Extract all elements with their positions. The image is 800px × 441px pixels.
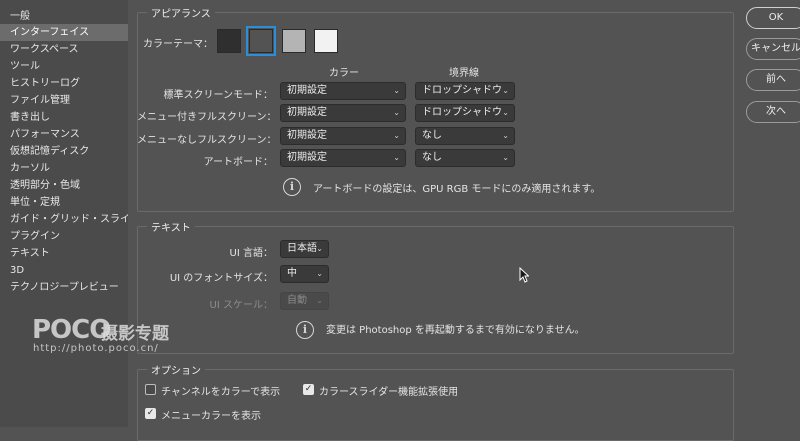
sidebar-item-units-rulers[interactable]: 単位・定規 (0, 194, 128, 211)
watermark-url: http://photo.poco.cn/ (33, 343, 159, 354)
standard-screen-color-select[interactable]: 初期設定 ⌄ (280, 82, 406, 100)
color-slider-label: カラースライダー機能拡張使用 (319, 387, 459, 398)
chevron-down-icon: ⌄ (393, 153, 400, 162)
standard-screen-mode-label: 標準スクリーンモード： (163, 90, 274, 101)
check-icon: ✓ (146, 408, 155, 418)
text-title: テキスト (147, 219, 195, 234)
sidebar-item-tech-previews[interactable]: テクノロジープレビュー (0, 279, 128, 296)
sidebar-item-history-log[interactable]: ヒストリーログ (0, 75, 128, 92)
restart-info-text: 変更は Photoshop を再起動するまで有効になりません。 (326, 325, 585, 336)
sidebar-item-cursors[interactable]: カーソル (0, 160, 128, 177)
sidebar-item-tools[interactable]: ツール (0, 58, 128, 75)
full-screen-menus-label: メニュー付きフルスクリーン： (137, 112, 277, 123)
theme-swatch-lightest[interactable] (314, 29, 338, 53)
preferences-sidebar: 一般 インターフェイス ワークスペース ツール ヒストリーログ ファイル管理 書… (0, 0, 128, 427)
artboard-border-select[interactable]: なし ⌄ (415, 149, 515, 167)
sidebar-item-scratch-disks[interactable]: 仮想記憶ディスク (0, 143, 128, 160)
ui-language-label: UI 言語： (229, 248, 273, 259)
chevron-down-icon: ⌄ (316, 269, 323, 278)
watermark-brand: POCO (32, 315, 111, 345)
ui-scale-label: UI スケール： (209, 300, 273, 311)
chevron-down-icon: ⌄ (393, 108, 400, 117)
ui-scale-select: 自動 ⌄ (280, 292, 329, 310)
ui-font-size-label: UI のフォントサイズ： (169, 273, 273, 284)
column-header-border: 境界線 (449, 68, 479, 79)
check-icon: ✓ (304, 384, 313, 394)
menu-color-checkbox[interactable]: ✓ (145, 408, 156, 419)
options-group (137, 369, 734, 441)
sidebar-item-general[interactable]: 一般 (0, 8, 128, 25)
ui-language-select[interactable]: 日本語 ⌄ (280, 240, 329, 258)
prev-button[interactable]: 前へ (746, 69, 800, 91)
chevron-down-icon: ⌄ (316, 244, 323, 253)
full-screen-label: メニューなしフルスクリーン： (137, 135, 277, 146)
chevron-down-icon: ⌄ (316, 296, 323, 305)
cancel-button[interactable]: キャンセル (746, 38, 800, 60)
chevron-down-icon: ⌄ (502, 131, 509, 140)
color-theme-label: カラーテーマ： (143, 39, 213, 50)
channel-color-label: チャンネルをカラーで表示 (161, 387, 281, 398)
appearance-title: アピアランス (147, 5, 215, 20)
channel-color-checkbox[interactable] (145, 384, 156, 395)
chevron-down-icon: ⌄ (393, 86, 400, 95)
sidebar-item-3d[interactable]: 3D (0, 262, 128, 279)
artboard-color-select[interactable]: 初期設定 ⌄ (280, 149, 406, 167)
sidebar-item-guides-grid[interactable]: ガイド・グリッド・スライス (0, 211, 128, 228)
column-header-color: カラー (329, 68, 359, 79)
options-title: オプション (147, 362, 205, 377)
sidebar-item-workspace[interactable]: ワークスペース (0, 41, 128, 58)
chevron-down-icon: ⌄ (502, 86, 509, 95)
sidebar-item-plugins[interactable]: プラグイン (0, 228, 128, 245)
chevron-down-icon: ⌄ (502, 108, 509, 117)
sidebar-item-export[interactable]: 書き出し (0, 109, 128, 126)
sidebar-item-file-handling[interactable]: ファイル管理 (0, 92, 128, 109)
sidebar-item-type[interactable]: テキスト (0, 245, 128, 262)
color-slider-checkbox[interactable]: ✓ (303, 384, 314, 395)
menu-color-label: メニューカラーを表示 (161, 411, 261, 422)
full-screen-menus-color-select[interactable]: 初期設定 ⌄ (280, 104, 406, 122)
standard-screen-border-select[interactable]: ドロップシャドウ ⌄ (415, 82, 515, 100)
full-screen-menus-border-select[interactable]: ドロップシャドウ ⌄ (415, 104, 515, 122)
ok-button[interactable]: OK (746, 7, 800, 29)
sidebar-item-transparency[interactable]: 透明部分・色域 (0, 177, 128, 194)
next-button[interactable]: 次へ (746, 101, 800, 123)
watermark-title: 摄影专题 (101, 324, 169, 344)
artboard-label: アートボード： (203, 157, 273, 168)
artboard-info-text: アートボードの設定は、GPU RGB モードにのみ適用されます。 (313, 184, 601, 195)
info-icon: i (283, 178, 301, 196)
sidebar-item-performance[interactable]: パフォーマンス (0, 126, 128, 143)
sidebar-item-interface[interactable]: インターフェイス (0, 24, 128, 41)
chevron-down-icon: ⌄ (502, 153, 509, 162)
ui-font-size-select[interactable]: 中 ⌄ (280, 265, 329, 283)
full-screen-color-select[interactable]: 初期設定 ⌄ (280, 127, 406, 145)
chevron-down-icon: ⌄ (393, 131, 400, 140)
theme-swatch-darkest[interactable] (217, 29, 241, 53)
mouse-cursor-icon (519, 267, 529, 283)
full-screen-border-select[interactable]: なし ⌄ (415, 127, 515, 145)
info-icon: i (296, 321, 314, 339)
theme-swatch-medium-light[interactable] (282, 29, 306, 53)
theme-swatch-medium-dark[interactable] (246, 26, 276, 56)
